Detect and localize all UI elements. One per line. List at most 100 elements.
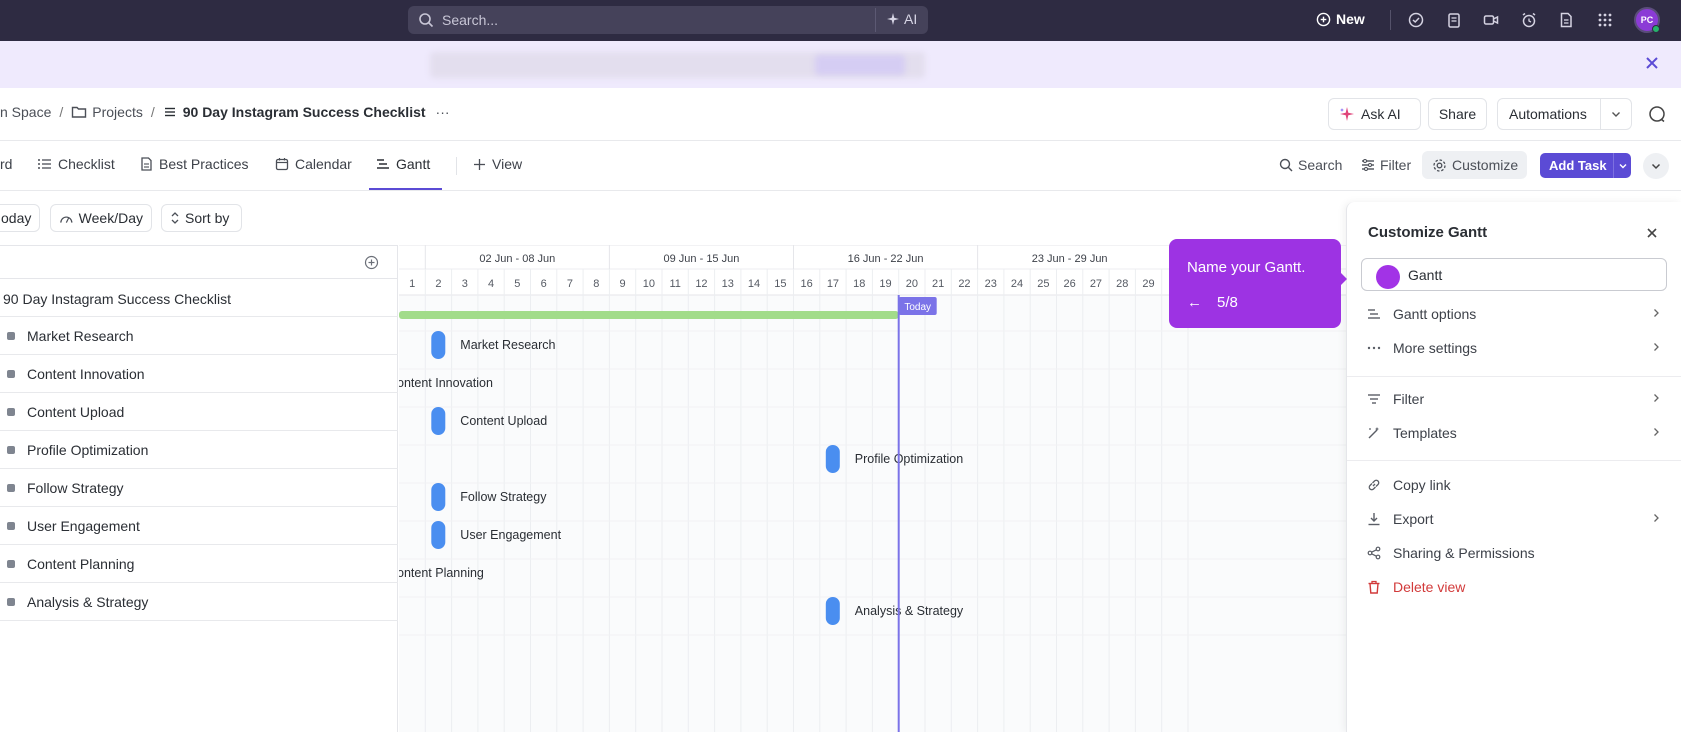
notepad-icon[interactable]: [1445, 11, 1463, 29]
list-parent-row[interactable]: 90 Day Instagram Success Checklist: [0, 279, 398, 317]
customize-button[interactable]: Customize: [1422, 151, 1527, 179]
search-icon: [1279, 158, 1293, 172]
list-item[interactable]: Profile Optimization: [0, 431, 398, 469]
export-item[interactable]: Export: [1367, 508, 1667, 532]
new-button[interactable]: New: [1316, 11, 1365, 27]
item-label: Sharing & Permissions: [1393, 545, 1535, 561]
add-view-button[interactable]: View: [473, 156, 522, 172]
today-button[interactable]: oday: [0, 204, 40, 232]
list-item[interactable]: Analysis & Strategy: [0, 583, 398, 621]
add-task-dropdown[interactable]: [1613, 153, 1631, 178]
status-square: [7, 332, 15, 340]
item-label: Copy link: [1393, 477, 1451, 493]
delete-view-item[interactable]: Delete view: [1367, 576, 1667, 600]
check-circle-icon[interactable]: [1407, 11, 1425, 29]
templates-item[interactable]: Templates: [1367, 422, 1667, 446]
more-settings-item[interactable]: More settings: [1367, 337, 1667, 361]
search-button[interactable]: Search: [1279, 157, 1342, 173]
tab-checklist[interactable]: Checklist: [37, 156, 115, 172]
task-name: Content Planning: [27, 556, 135, 572]
add-task-button[interactable]: Add Task: [1540, 153, 1631, 178]
sort-icon: [171, 212, 179, 224]
close-icon[interactable]: [1643, 54, 1661, 72]
document-icon[interactable]: [1557, 11, 1575, 29]
blurred-banner-link: [815, 55, 905, 75]
tab-best-practices[interactable]: Best Practices: [140, 156, 248, 172]
chevron-right-icon: [1654, 394, 1659, 402]
task-name: Market Research: [27, 328, 134, 344]
task-bar-label: Content Upload: [460, 414, 547, 428]
share-button[interactable]: Share: [1428, 98, 1487, 130]
filter-button[interactable]: Filter: [1361, 157, 1411, 173]
tab-label: Gantt: [396, 156, 431, 172]
sparkle-icon: [887, 13, 899, 25]
task-bar-label: ontent Innovation: [399, 376, 493, 390]
more-dots-icon: [1367, 346, 1381, 350]
task-bar-label: Analysis & Strategy: [855, 604, 964, 618]
timescale-button[interactable]: Week/Day: [50, 204, 152, 232]
walkthrough-tooltip: Name your Gantt. ← 5/8: [1169, 239, 1347, 328]
plus-circle-icon: [1316, 12, 1331, 26]
filter-icon: [1362, 159, 1374, 171]
task-bar: [825, 597, 840, 625]
ai-button[interactable]: AI: [886, 11, 917, 27]
video-icon[interactable]: [1482, 11, 1500, 29]
view-name-input[interactable]: Gantt: [1361, 258, 1667, 291]
sharing-permissions-item[interactable]: Sharing & Permissions: [1367, 542, 1667, 566]
day-tick-label: 29: [1142, 278, 1154, 290]
list-item[interactable]: User Engagement: [0, 507, 398, 545]
global-search[interactable]: Search... AI: [408, 6, 928, 34]
ask-ai-button[interactable]: Ask AI: [1328, 98, 1421, 130]
tab-calendar[interactable]: Calendar: [275, 156, 352, 172]
add-column-icon[interactable]: [364, 255, 379, 270]
breadcrumb-space[interactable]: n Space: [0, 104, 51, 120]
avatar[interactable]: PC: [1634, 7, 1660, 33]
tab-gantt[interactable]: Gantt: [376, 156, 430, 172]
search-icon: [419, 13, 434, 28]
day-tick-label: 1: [409, 278, 415, 290]
automations-button[interactable]: Automations: [1497, 98, 1632, 130]
tab-label: Checklist: [58, 156, 115, 172]
day-tick-label: 14: [748, 278, 760, 290]
header-divider: [0, 140, 1681, 141]
alarm-icon[interactable]: [1520, 11, 1538, 29]
day-tick-label: 22: [958, 278, 970, 290]
search-placeholder: Search...: [442, 12, 499, 28]
walkthrough-hotspot: [1376, 265, 1400, 289]
task-name: Follow Strategy: [27, 480, 124, 496]
add-task-label: Add Task: [1549, 158, 1607, 173]
copy-link-item[interactable]: Copy link: [1367, 474, 1667, 498]
gantt-options-item[interactable]: Gantt options: [1367, 303, 1667, 327]
list-item[interactable]: Market Research: [0, 317, 398, 355]
gantt-icon: [1368, 309, 1380, 319]
apps-grid-icon[interactable]: [1596, 11, 1614, 29]
back-arrow-icon[interactable]: ←: [1187, 294, 1202, 311]
automations-dropdown[interactable]: [1599, 99, 1632, 129]
sort-label: Sort by: [185, 210, 230, 226]
tab-board[interactable]: rd: [0, 156, 12, 172]
week-label: 16 Jun - 22 Jun: [848, 253, 924, 265]
timescale-icon: [60, 216, 73, 223]
day-tick-label: 28: [1116, 278, 1128, 290]
item-label: Gantt options: [1393, 306, 1477, 322]
task-list-header: [0, 245, 398, 279]
chat-icon[interactable]: [1648, 105, 1666, 123]
tab-label: View: [492, 156, 523, 172]
list-item[interactable]: Content Planning: [0, 545, 398, 583]
panel-title: Customize Gantt: [1368, 224, 1488, 241]
list-item[interactable]: Follow Strategy: [0, 469, 398, 507]
breadcrumb-list[interactable]: 90 Day Instagram Success Checklist: [183, 104, 426, 120]
day-tick-label: 9: [619, 278, 625, 290]
more-options-icon[interactable]: ···: [436, 104, 450, 120]
list-item[interactable]: Content Upload: [0, 393, 398, 431]
sort-button[interactable]: Sort by: [161, 204, 242, 232]
breadcrumb-folder[interactable]: Projects: [92, 104, 143, 120]
filter-item[interactable]: Filter: [1367, 388, 1667, 412]
collapse-toolbar-button[interactable]: [1643, 153, 1669, 179]
close-icon[interactable]: [1645, 226, 1659, 240]
chevron-right-icon: [1654, 309, 1659, 317]
list-item[interactable]: Content Innovation: [0, 355, 398, 393]
item-label: Templates: [1393, 425, 1457, 441]
breadcrumb-separator: /: [150, 104, 155, 120]
breadcrumb: n Space / Projects / 90 Day Instagram Su…: [0, 104, 450, 120]
